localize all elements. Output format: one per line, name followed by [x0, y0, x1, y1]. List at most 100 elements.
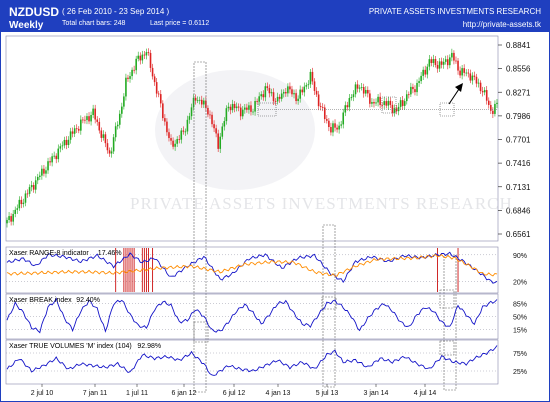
candle-body	[190, 107, 193, 117]
candle-body	[239, 107, 242, 117]
candle-body	[289, 86, 291, 90]
candle-body	[352, 94, 355, 98]
chart-window: 0.8841 0.8556 0.8271 0.7986 0.7701 0.7416 0.71…	[0, 0, 550, 402]
candle-body	[297, 98, 299, 102]
candle-body	[53, 155, 55, 157]
candle-body	[487, 100, 490, 105]
candle-body	[303, 86, 306, 93]
candle-body	[328, 120, 330, 128]
candle-body	[364, 89, 367, 94]
candle-body	[440, 61, 443, 65]
candle-body	[276, 96, 279, 102]
y-tick-label: 0.8271	[506, 88, 531, 97]
candle-body	[446, 59, 449, 66]
candle-body	[196, 100, 199, 102]
candle-body	[47, 161, 49, 171]
x-tick-label: 5 jul 13	[316, 390, 339, 397]
total-bars-label: Total chart bars: 248	[62, 20, 126, 27]
candle-body	[116, 124, 119, 127]
candle-body	[155, 82, 158, 94]
candle-body	[467, 72, 470, 74]
indicator-tick-label: 90%	[513, 253, 527, 260]
candle-body	[262, 94, 265, 98]
candle-body	[436, 64, 439, 69]
candle-body	[481, 91, 484, 93]
candle-body	[170, 138, 172, 141]
candle-body	[319, 106, 322, 108]
candle-body	[28, 187, 31, 194]
candle-body	[408, 94, 410, 96]
candle-body	[159, 94, 162, 104]
candle-body	[178, 139, 181, 140]
candle-body	[424, 69, 427, 75]
candle-body	[166, 121, 168, 133]
y-tick-label: 0.6561	[506, 230, 531, 239]
candle-body	[432, 58, 435, 64]
candle-body	[350, 97, 353, 99]
candle-body	[69, 131, 72, 140]
candle-body	[157, 93, 160, 95]
watermark-text: PRIVATE ASSETS INVESTMENTS RESEARCH	[130, 194, 513, 213]
candle-body	[479, 82, 482, 92]
candle-body	[198, 99, 201, 101]
candle-body	[403, 101, 406, 106]
candle-body	[387, 100, 390, 106]
candle-body	[246, 107, 248, 110]
candle-body	[268, 88, 271, 94]
candle-body	[323, 107, 326, 120]
candle-body	[469, 73, 472, 81]
candle-body	[397, 106, 400, 112]
candle-body	[405, 94, 408, 102]
timeframe-label: Weekly	[9, 20, 44, 31]
candle-body	[430, 59, 433, 64]
candle-body	[420, 75, 422, 82]
candle-body	[266, 86, 269, 89]
candle-body	[348, 98, 351, 108]
indicator-title: Xaser BREAK index	[9, 297, 72, 304]
candle-body	[194, 97, 197, 101]
candle-body	[114, 126, 117, 138]
candle-body	[145, 52, 148, 56]
candle-body	[26, 193, 29, 195]
candle-body	[272, 92, 275, 102]
x-tick-label: 6 jan 12	[172, 390, 197, 397]
candle-body	[461, 68, 463, 76]
candle-body	[442, 61, 445, 65]
candle-body	[129, 76, 131, 79]
candle-body	[414, 89, 416, 93]
y-tick-label: 0.7986	[506, 112, 531, 121]
candle-body	[375, 102, 377, 104]
candle-body	[373, 101, 375, 104]
candle-body	[362, 87, 365, 94]
candle-body	[141, 54, 144, 61]
candle-body	[219, 136, 222, 149]
candle-body	[412, 86, 414, 90]
candle-body	[223, 121, 226, 127]
candle-body	[149, 52, 152, 68]
candle-body	[332, 123, 334, 133]
candle-body	[51, 156, 53, 163]
candle-body	[186, 119, 189, 132]
candle-body	[55, 155, 58, 160]
candle-body	[139, 55, 142, 61]
candle-body	[34, 180, 37, 190]
candle-body	[278, 96, 281, 99]
indicator-title: Xaser RANGE-8 indicator	[9, 250, 89, 257]
candle-body	[473, 75, 476, 77]
candle-body	[80, 119, 82, 131]
candle-body	[75, 128, 78, 130]
candle-body	[282, 92, 285, 94]
candle-body	[260, 94, 263, 97]
candle-body	[6, 219, 8, 224]
candle-body	[358, 87, 361, 89]
candle-body	[307, 84, 310, 86]
x-tick-label: 3 jan 14	[364, 390, 389, 397]
candle-body	[444, 59, 447, 62]
candle-body	[32, 185, 35, 190]
candle-body	[369, 93, 371, 104]
candle-body	[399, 100, 402, 107]
candle-body	[250, 105, 252, 112]
candle-body	[315, 90, 318, 95]
candle-body	[317, 94, 320, 107]
y-tick-label: 0.7131	[506, 183, 531, 192]
